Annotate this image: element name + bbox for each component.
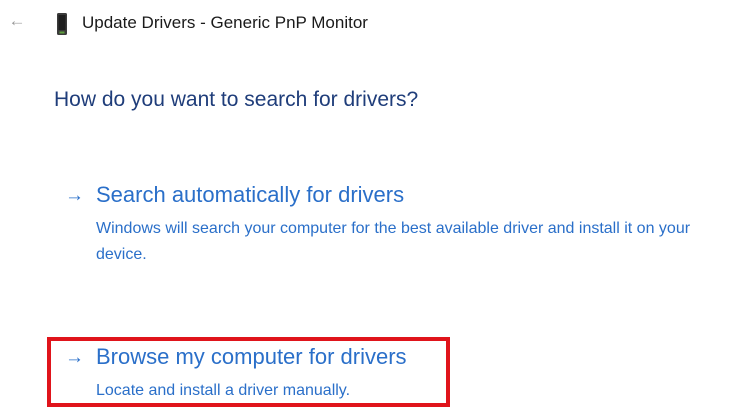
arrow-right-icon: → xyxy=(65,185,84,206)
option-description: Locate and install a driver manually. xyxy=(96,382,351,399)
window-title: Update Drivers - Generic PnP Monitor xyxy=(82,13,368,32)
monitor-device-icon xyxy=(57,13,67,35)
window-titlebar: ← Update Drivers - Generic PnP Monitor xyxy=(0,0,730,48)
option-description: Windows will search your computer for th… xyxy=(96,220,691,263)
back-button[interactable]: ← xyxy=(6,10,28,32)
option-title[interactable]: Browse my computer for drivers xyxy=(96,344,407,370)
page-heading: How do you want to search for drivers? xyxy=(54,88,419,111)
arrow-right-icon: → xyxy=(65,347,84,368)
option-title[interactable]: Search automatically for drivers xyxy=(96,182,404,208)
arrow-left-icon: ← xyxy=(8,11,26,30)
